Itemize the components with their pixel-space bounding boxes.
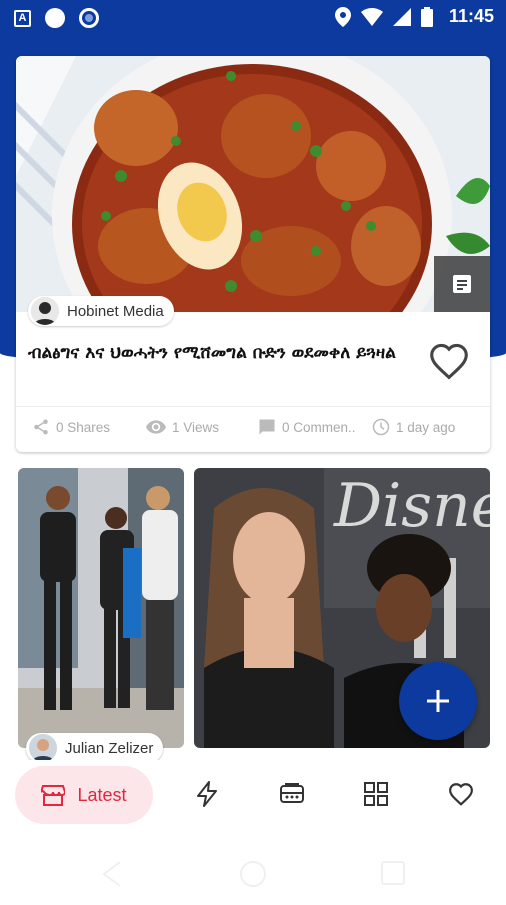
clock-icon xyxy=(372,418,390,436)
article-type-icon[interactable] xyxy=(434,256,490,312)
shares-stat[interactable]: 0 Shares xyxy=(32,418,146,436)
shares-count: 0 Shares xyxy=(56,419,111,435)
signal-icon xyxy=(392,7,411,26)
author-chip-2[interactable]: Julian Zelizer xyxy=(26,733,164,763)
comments-count: 0 Commen.. xyxy=(282,419,356,435)
back-icon xyxy=(102,861,121,887)
wifi-icon xyxy=(360,7,383,26)
bottom-navigation: Latest xyxy=(0,760,506,830)
card-divider xyxy=(16,406,490,407)
featured-post-card[interactable]: Hobinet Media ብልፅግና እና ህወሓትን የሚሸመግል ቡድን … xyxy=(16,56,490,452)
author-avatar xyxy=(31,297,59,325)
author-chip[interactable]: Hobinet Media xyxy=(28,296,174,326)
status-bar: A 11:45 xyxy=(0,0,506,36)
nav-latest[interactable]: Latest xyxy=(15,766,153,824)
notification-a-icon: A xyxy=(14,9,31,27)
recents-icon xyxy=(381,861,405,885)
time-ago: 1 day ago xyxy=(396,419,456,435)
grid-icon xyxy=(364,782,388,806)
favorite-heart-icon[interactable] xyxy=(428,342,470,380)
author-avatar-2 xyxy=(29,734,57,762)
feed-icon xyxy=(280,783,304,803)
share-icon xyxy=(34,419,48,435)
featured-image[interactable] xyxy=(16,56,490,312)
home-icon xyxy=(240,861,266,887)
author-name: Hobinet Media xyxy=(67,302,164,320)
store-icon xyxy=(41,785,66,806)
battery-icon xyxy=(420,6,433,27)
system-navigation-bar xyxy=(0,848,506,900)
views-stat: 1 Views xyxy=(146,419,258,435)
notification-dot-icon xyxy=(45,8,65,28)
eye-icon xyxy=(146,420,166,434)
nav-categories[interactable] xyxy=(362,780,390,808)
nav-feed[interactable] xyxy=(278,780,306,808)
notification-ring-icon xyxy=(79,8,99,28)
add-post-fab[interactable] xyxy=(399,662,477,740)
favorite-icon xyxy=(449,783,473,806)
status-time: 11:45 xyxy=(448,6,494,26)
nav-favorites[interactable] xyxy=(447,780,475,808)
post-title[interactable]: ብልፅግና እና ህወሓትን የሚሸመግል ቡድን ወደመቀለ ይጓዛል xyxy=(28,339,418,367)
post-stats: 0 Shares 1 Views 0 Commen.. 1 day ago xyxy=(32,418,455,436)
location-icon xyxy=(334,6,351,27)
plus-icon xyxy=(427,690,449,712)
comments-stat[interactable]: 0 Commen.. xyxy=(258,418,372,436)
comment-icon xyxy=(259,419,275,435)
views-count: 1 Views xyxy=(172,419,220,435)
author-name-2: Julian Zelizer xyxy=(65,739,154,757)
flash-icon xyxy=(197,781,217,807)
time-stat: 1 day ago xyxy=(372,418,455,436)
post-tile-image-left[interactable] xyxy=(18,468,184,748)
nav-trending[interactable] xyxy=(193,780,221,808)
svg-text:Disne: Disne xyxy=(333,471,490,541)
nav-latest-label: Latest xyxy=(77,784,127,805)
